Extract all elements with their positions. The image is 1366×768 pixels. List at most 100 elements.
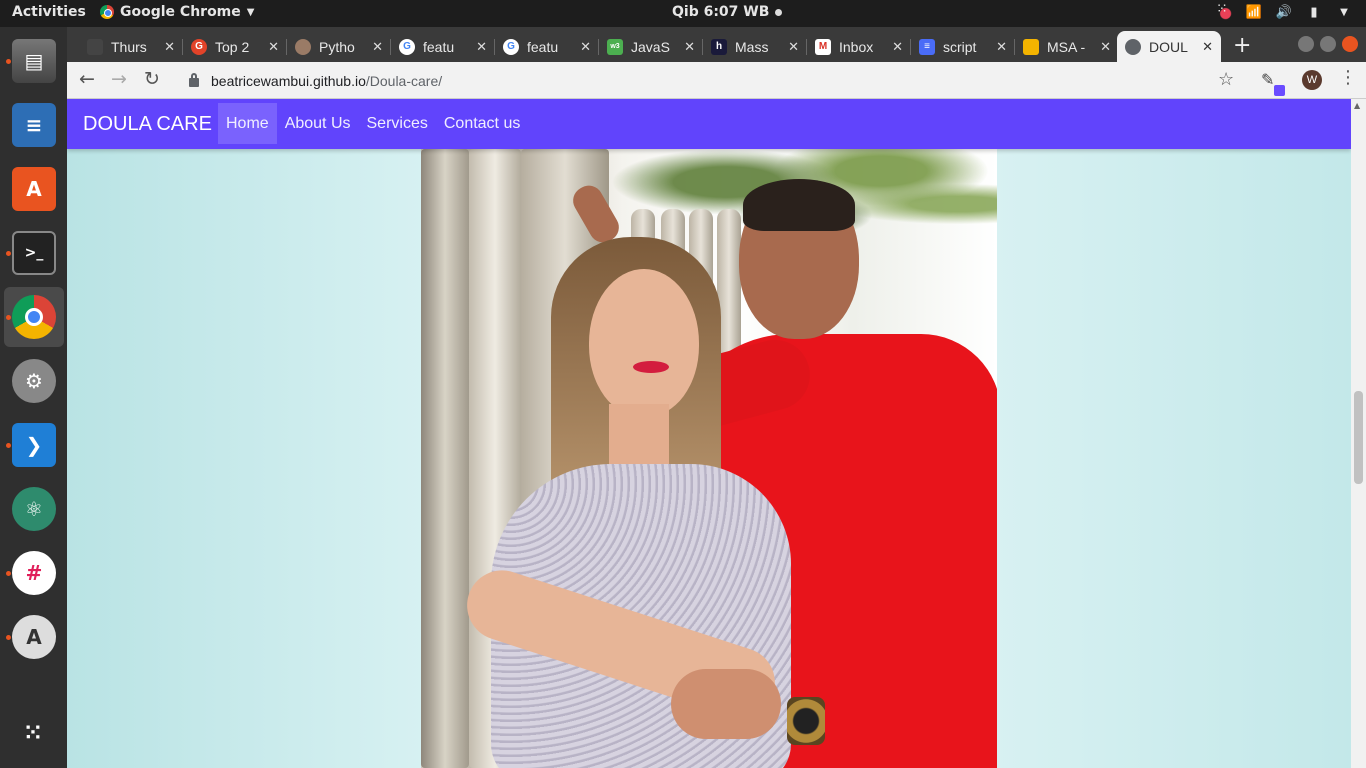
browser-tab[interactable]: Pytho ✕ [287,31,391,62]
dock-terminal[interactable]: >_ [4,223,64,283]
show-applications-button[interactable]: ⁙ [4,703,64,763]
tab-title: JavaS [631,38,670,55]
tab-title: DOUL [1149,38,1188,55]
google-icon: G [503,38,519,55]
close-icon[interactable]: ✕ [372,39,383,55]
dock-slack[interactable]: # [4,543,64,603]
activities-button[interactable]: Activities [12,4,86,20]
window-controls [1298,36,1358,52]
updater-icon: A [12,615,56,659]
w3schools-icon: w3 [607,38,623,55]
dock-chrome[interactable] [4,287,64,347]
app-menu-label: Google Chrome [120,4,241,20]
slack-icon: # [12,551,56,595]
running-indicator [6,635,11,640]
close-icon[interactable]: ✕ [684,39,695,55]
browser-tab[interactable]: Thurs ✕ [79,31,183,62]
browser-tab[interactable]: Gfeatu ✕ [495,31,599,62]
dock-atom[interactable]: ⚛ [4,479,64,539]
tab-title: Inbox [839,38,874,55]
lock-icon[interactable] [189,73,199,87]
close-icon[interactable]: ✕ [1202,39,1213,55]
scrollbar-thumb[interactable] [1354,391,1363,484]
site-brand[interactable]: DOULA CARE [83,113,212,136]
chevron-down-icon: ▼ [1340,6,1348,18]
browser-tab[interactable]: ≡ script ✕ [911,31,1015,62]
bookmark-star-icon[interactable]: ☆ [1218,69,1234,90]
dock-updater[interactable]: A [4,607,64,667]
close-icon[interactable]: ✕ [164,39,175,55]
tab-title: Mass [735,38,769,55]
writer-icon: ≡ [12,103,56,147]
system-tray[interactable]: 📶 🔊 ▮ ▼ [1216,1,1352,20]
close-icon[interactable]: ✕ [476,39,487,55]
docs-icon: ≡ [919,38,935,55]
url-path: /Doula-care/ [365,72,443,89]
profile-avatar[interactable]: W [1302,70,1322,90]
back-arrow-icon[interactable]: ← [79,68,95,90]
close-icon[interactable]: ✕ [996,39,1007,55]
app-menu[interactable]: Google Chrome ▼ [100,4,254,20]
minimize-button[interactable] [1298,36,1314,52]
browser-tab[interactable]: M Inbox ✕ [807,31,911,62]
extension-icon[interactable]: ✎ [1261,70,1285,96]
dock-software[interactable]: A [4,159,64,219]
running-indicator [6,59,11,64]
running-indicator [6,443,11,448]
browser-tab[interactable]: Gfeatu ✕ [391,31,495,62]
gitlab-icon: G [191,38,207,55]
close-icon[interactable]: ✕ [580,39,591,55]
url-host: beatricewambui.github.io [211,72,366,89]
running-indicator [6,251,11,256]
scroll-up-icon[interactable]: ▲ [1354,101,1360,110]
nav-contact-us[interactable]: Contact us [436,103,528,144]
browser-tab[interactable]: h Mass ✕ [703,31,807,62]
files-icon: ▤ [12,39,56,83]
software-center-icon: A [12,167,56,211]
tab-title: Pytho [319,38,355,55]
atom-icon: ⚛ [12,487,56,531]
dock-files[interactable]: ▤ [4,31,64,91]
nav-about-us[interactable]: About Us [277,103,359,144]
more-menu-icon[interactable]: ⋮ [1339,67,1357,88]
new-tab-button[interactable]: + [1233,33,1251,58]
volume-icon: 🔊 [1275,4,1293,20]
close-icon[interactable]: ✕ [788,39,799,55]
paw-icon[interactable] [1216,1,1232,20]
browser-tab[interactable]: MSA - ✕ [1015,31,1119,62]
reload-icon[interactable]: ↻ [144,68,160,90]
close-icon[interactable]: ✕ [892,39,903,55]
close-window-button[interactable] [1342,36,1358,52]
nav-links: Home About Us Services Contact us [218,103,528,144]
tab-strip: Thurs ✕ G Top 2 ✕ Pytho ✕ Gfeatu ✕ Gfeatu ✕ w3… [67,27,1366,62]
dock: ▤ ≡ A >_ ⚙ ❯ ⚛ # A ⁙ [0,27,67,768]
maximize-button[interactable] [1320,36,1336,52]
hero-photo [421,149,997,768]
tab-title: Thurs [111,38,147,55]
close-icon[interactable]: ✕ [268,39,279,55]
close-icon[interactable]: ✕ [1100,39,1111,55]
settings-icon: ⚙ [12,359,56,403]
browser-tab[interactable]: G Top 2 ✕ [183,31,287,62]
browser-tab-active[interactable]: DOUL ✕ [1117,31,1221,62]
dock-settings[interactable]: ⚙ [4,351,64,411]
nav-services[interactable]: Services [359,103,436,144]
vscode-icon: ❯ [12,423,56,467]
address-bar[interactable]: beatricewambui.github.io/Doula-care/ [179,66,1239,95]
chrome-icon [12,295,56,339]
tab-title: script [943,38,977,55]
nav-home[interactable]: Home [218,103,277,144]
wifi-icon: 📶 [1245,4,1263,20]
clock[interactable]: Qib 6:07 WB [672,4,783,20]
battery-icon: ▮ [1310,4,1318,20]
forward-arrow-icon[interactable]: → [111,68,127,90]
hackernoon-icon: h [711,38,727,55]
running-indicator [6,315,11,320]
browser-tab[interactable]: w3 JavaS ✕ [599,31,703,62]
dock-writer[interactable]: ≡ [4,95,64,155]
github-icon [87,38,103,55]
tab-title: featu [423,38,455,55]
system-top-bar: Activities Google Chrome ▼ Qib 6:07 WB 📶… [0,0,1366,27]
page-scrollbar[interactable]: ▲ [1351,99,1366,768]
dock-vscode[interactable]: ❯ [4,415,64,475]
